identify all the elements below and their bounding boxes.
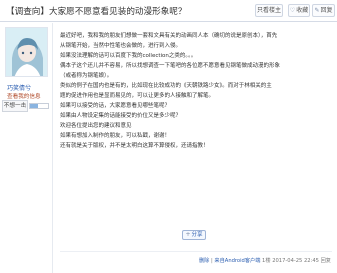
heart-icon: ♡ [289,7,296,14]
experience-bar [29,103,49,109]
reply-button[interactable]: ✎回复 [312,4,335,17]
author-name[interactable]: 巧笑倩兮 [7,83,31,92]
footer-divider [60,251,332,252]
reply-icon: ✎ [314,7,320,14]
post-line: 最近好吧，我和我的朋友们想做一套和文具有关的动画同人本（确切的说是原创本），首先 [60,33,278,39]
thread-title: 【调查向】大家愿不愿意看见装的动漫形象呢？ [6,7,187,17]
post-line: 从钢笔开始，当然中性笔也会做的，进行到入侵。 [60,43,182,49]
post-line: 还有就是关于版权，并不是太明白这算不算侵权，还请指教！ [60,143,209,149]
post-line: 偶本子这个还儿并不容易，所以找想调查一下笔吧的各位愿不愿意看见钢笔做成动漫的形象 [60,63,281,69]
post-timestamp: 2017-04-25 22:45 [272,258,319,264]
delete-link[interactable]: 删除 [199,258,209,264]
post-line: 题的促进作用也是显而易见的，可以让更多的人接触和了解笔。 [60,93,215,99]
reply-label: 回复 [320,7,333,14]
share-button[interactable]: +分享 [182,230,206,240]
collect-label: 收藏 [296,7,309,14]
share-icon: + [185,231,191,238]
post-content: 最近好吧，我和我的朋友们想做一套和文具有关的动画同人本（确切的说是原创本），首先… [60,31,332,151]
only-author-label: 只看楼主 [256,7,281,14]
level-badge: 不想一击 [2,100,28,112]
experience-fill [30,104,39,108]
avatar-image [6,28,47,76]
only-author-button[interactable]: 只看楼主 [255,4,283,17]
post-footer: 删除 | 来自Android客户端 1楼 2017-04-25 22:45 回复 [199,257,331,264]
author-panel: 巧笑倩兮 查看我的信息 不想一击 [0,23,52,273]
author-info-link[interactable]: 查看我的信息 [7,92,41,100]
footer-reply-link[interactable]: 回复 [321,258,331,264]
collect-button[interactable]: ♡收藏 [288,4,310,17]
post-line: 如果可以接受的话，大家愿意看见哪些笔呢？ [60,103,171,109]
thread-header: 【调查向】大家愿不愿意看见装的动漫形象呢？ 只看楼主 ♡收藏 ✎回复 [0,0,337,22]
post-line: 如果由人物设定集的话能接受的价位又是多少呢？ [60,113,182,119]
share-label: 分享 [191,232,203,238]
post-line: 欢迎各位提出您的建议和意见 [60,123,132,129]
floor-number: 1楼 [262,258,271,264]
post-line: （或者称为钢笔娘）。 [60,73,113,79]
post-line: 类似的例子在国内也是有的，比如现在比较成功的《天朝铁路少女》。而对于林相关的主 [60,83,272,89]
post-line: 如果没法理解的话可以百度下我的collection之类的。。。 [60,53,197,59]
avatar[interactable] [5,27,48,77]
column-divider [52,23,53,273]
client-source-link[interactable]: 来自Android客户端 [214,258,260,264]
post-line: 如果有想加入制作的朋友，可以私戳，谢谢！ [60,133,171,139]
